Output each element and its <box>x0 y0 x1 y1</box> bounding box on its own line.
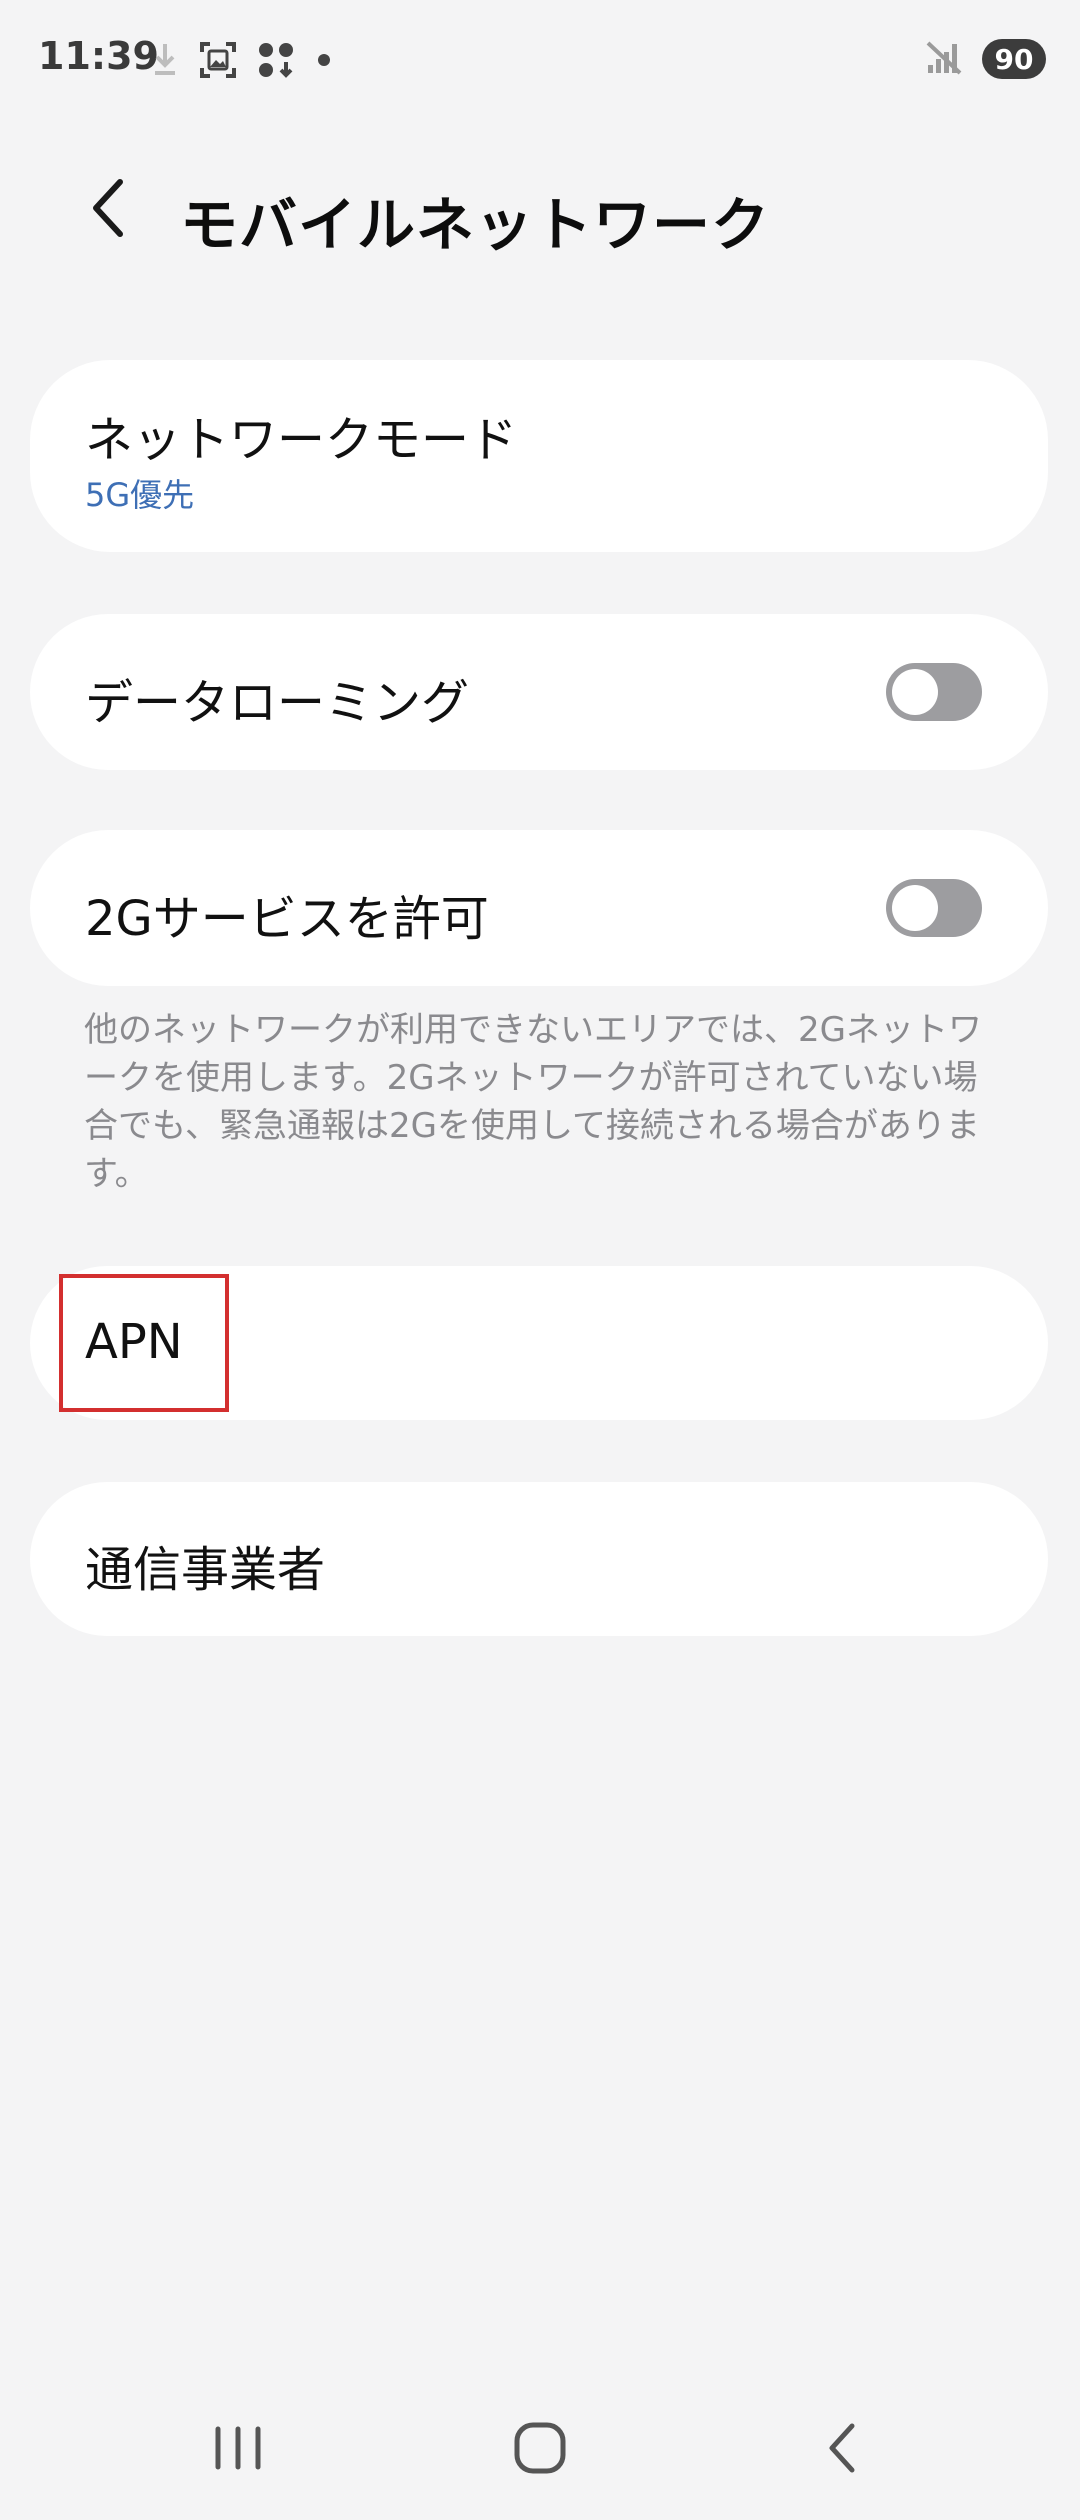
download-icon <box>150 40 180 80</box>
allow-2g-toggle[interactable] <box>886 879 982 937</box>
battery-badge: 90 <box>982 39 1046 79</box>
screen: 11:39 90 モバイルネットワーク ネットワークモード 5G優先 データロー… <box>0 0 1080 2520</box>
toggle-knob <box>892 669 938 715</box>
recent-apps-button[interactable] <box>188 2400 288 2500</box>
data-roaming-toggle[interactable] <box>886 663 982 721</box>
data-roaming-label: データローミング <box>85 675 470 731</box>
data-roaming-item[interactable]: データローミング <box>30 614 1048 770</box>
allow-2g-item[interactable]: 2Gサービスを許可 <box>30 830 1048 986</box>
network-mode-label: ネットワークモード <box>85 412 518 468</box>
app-grid-icon <box>256 40 296 80</box>
screenshot-icon <box>198 40 238 80</box>
status-icons-left <box>150 38 334 82</box>
status-time: 11:39 <box>38 34 159 78</box>
allow-2g-label: 2Gサービスを許可 <box>85 891 489 947</box>
page-title: モバイルネットワーク <box>180 191 771 259</box>
header: モバイルネットワーク <box>0 160 1080 260</box>
toggle-knob <box>892 885 938 931</box>
notification-dot-icon <box>314 40 334 80</box>
carrier-label: 通信事業者 <box>85 1542 326 1598</box>
home-icon <box>512 2420 568 2480</box>
status-icons-right: 90 <box>924 36 1046 82</box>
no-signal-icon <box>924 37 964 81</box>
status-bar: 11:39 90 <box>0 0 1080 120</box>
navigation-bar <box>0 2380 1080 2520</box>
nav-back-button[interactable] <box>792 2400 892 2500</box>
network-mode-value: 5G優先 <box>85 476 195 514</box>
network-mode-item[interactable]: ネットワークモード 5G優先 <box>30 360 1048 552</box>
back-button[interactable] <box>72 174 144 246</box>
allow-2g-description: 他のネットワークが利用できないエリアでは、2Gネットワークを使用します。2Gネッ… <box>84 1010 982 1194</box>
recent-apps-icon <box>208 2423 268 2477</box>
home-button[interactable] <box>490 2400 590 2500</box>
chevron-left-icon <box>86 176 130 244</box>
back-icon <box>820 2420 864 2480</box>
carrier-item[interactable]: 通信事業者 <box>30 1482 1048 1636</box>
apn-highlight-box <box>59 1274 229 1412</box>
